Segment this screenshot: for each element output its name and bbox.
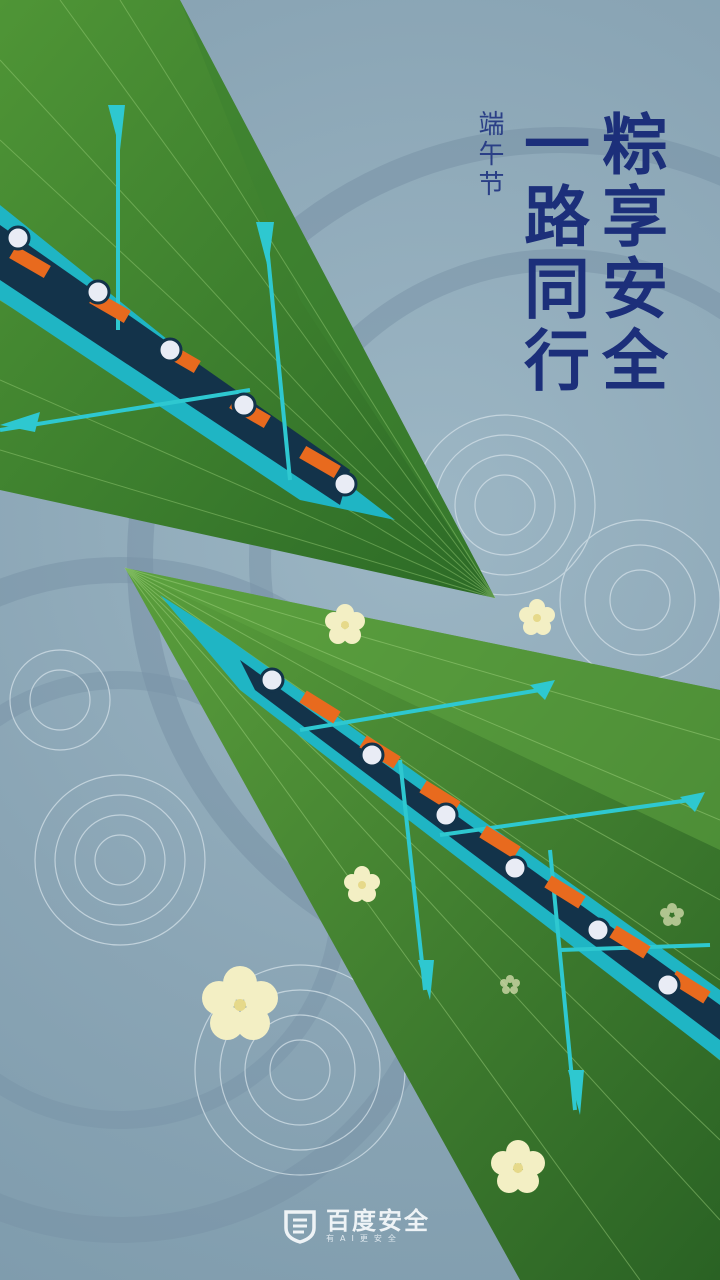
brand-logo: 百度安全 有AI更安全	[282, 1208, 430, 1244]
shield-icon	[284, 1210, 316, 1244]
festival-label: 端午节	[474, 110, 504, 200]
brand-slogan: 有AI更安全	[326, 1234, 402, 1244]
brand-name: 百度安全	[326, 1207, 430, 1235]
brand-text: 百度安全 有AI更安全	[326, 1208, 430, 1244]
bamboo-leaf-bottom	[124, 567, 720, 1280]
title-column-1: 粽享安全	[591, 110, 668, 398]
poster: 粽享安全 一路同行 端午节 百度安全 有AI更安全	[0, 0, 720, 1280]
title-column-2: 一路同行	[513, 110, 590, 398]
